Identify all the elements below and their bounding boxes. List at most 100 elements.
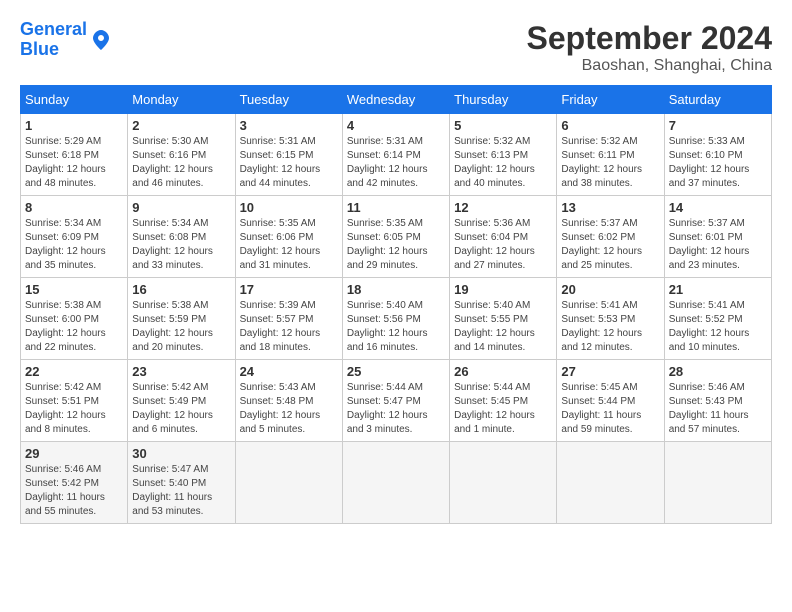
calendar-cell: 23 Sunrise: 5:42 AM Sunset: 5:49 PM Dayl…	[128, 360, 235, 442]
day-number: 14	[669, 200, 767, 215]
calendar-cell: 30 Sunrise: 5:47 AM Sunset: 5:40 PM Dayl…	[128, 442, 235, 524]
day-info: Sunrise: 5:31 AM Sunset: 6:14 PM Dayligh…	[347, 135, 445, 191]
calendar-cell: 29 Sunrise: 5:46 AM Sunset: 5:42 PM Dayl…	[21, 442, 128, 524]
day-info: Sunrise: 5:46 AM Sunset: 5:43 PM Dayligh…	[669, 381, 767, 437]
calendar-cell: 17 Sunrise: 5:39 AM Sunset: 5:57 PM Dayl…	[235, 278, 342, 360]
calendar-cell: 24 Sunrise: 5:43 AM Sunset: 5:48 PM Dayl…	[235, 360, 342, 442]
calendar-cell: 2 Sunrise: 5:30 AM Sunset: 6:16 PM Dayli…	[128, 114, 235, 196]
title-block: September 2024 Baoshan, Shanghai, China	[527, 20, 772, 75]
month-title: September 2024	[527, 20, 772, 57]
calendar-header: SundayMondayTuesdayWednesdayThursdayFrid…	[21, 86, 772, 114]
day-number: 30	[132, 446, 230, 461]
location: Baoshan, Shanghai, China	[527, 57, 772, 75]
day-number: 19	[454, 282, 552, 297]
calendar-week-3: 15 Sunrise: 5:38 AM Sunset: 6:00 PM Dayl…	[21, 278, 772, 360]
calendar-cell: 21 Sunrise: 5:41 AM Sunset: 5:52 PM Dayl…	[664, 278, 771, 360]
calendar-cell: 7 Sunrise: 5:33 AM Sunset: 6:10 PM Dayli…	[664, 114, 771, 196]
day-number: 8	[25, 200, 123, 215]
day-number: 21	[669, 282, 767, 297]
day-number: 22	[25, 364, 123, 379]
day-info: Sunrise: 5:38 AM Sunset: 5:59 PM Dayligh…	[132, 299, 230, 355]
day-number: 7	[669, 118, 767, 133]
page-header: GeneralBlue September 2024 Baoshan, Shan…	[20, 20, 772, 75]
day-info: Sunrise: 5:37 AM Sunset: 6:01 PM Dayligh…	[669, 217, 767, 273]
day-info: Sunrise: 5:45 AM Sunset: 5:44 PM Dayligh…	[561, 381, 659, 437]
day-number: 26	[454, 364, 552, 379]
calendar-cell: 4 Sunrise: 5:31 AM Sunset: 6:14 PM Dayli…	[342, 114, 449, 196]
header-day-wednesday: Wednesday	[342, 86, 449, 114]
calendar-cell: 11 Sunrise: 5:35 AM Sunset: 6:05 PM Dayl…	[342, 196, 449, 278]
day-number: 12	[454, 200, 552, 215]
calendar-week-2: 8 Sunrise: 5:34 AM Sunset: 6:09 PM Dayli…	[21, 196, 772, 278]
header-day-sunday: Sunday	[21, 86, 128, 114]
calendar-week-4: 22 Sunrise: 5:42 AM Sunset: 5:51 PM Dayl…	[21, 360, 772, 442]
day-info: Sunrise: 5:32 AM Sunset: 6:13 PM Dayligh…	[454, 135, 552, 191]
calendar-cell: 25 Sunrise: 5:44 AM Sunset: 5:47 PM Dayl…	[342, 360, 449, 442]
day-info: Sunrise: 5:34 AM Sunset: 6:09 PM Dayligh…	[25, 217, 123, 273]
day-info: Sunrise: 5:46 AM Sunset: 5:42 PM Dayligh…	[25, 463, 123, 519]
day-number: 3	[240, 118, 338, 133]
header-row: SundayMondayTuesdayWednesdayThursdayFrid…	[21, 86, 772, 114]
calendar-cell: 15 Sunrise: 5:38 AM Sunset: 6:00 PM Dayl…	[21, 278, 128, 360]
header-day-thursday: Thursday	[450, 86, 557, 114]
calendar-cell: 14 Sunrise: 5:37 AM Sunset: 6:01 PM Dayl…	[664, 196, 771, 278]
day-number: 11	[347, 200, 445, 215]
day-info: Sunrise: 5:38 AM Sunset: 6:00 PM Dayligh…	[25, 299, 123, 355]
day-info: Sunrise: 5:33 AM Sunset: 6:10 PM Dayligh…	[669, 135, 767, 191]
day-number: 27	[561, 364, 659, 379]
day-info: Sunrise: 5:41 AM Sunset: 5:52 PM Dayligh…	[669, 299, 767, 355]
day-info: Sunrise: 5:30 AM Sunset: 6:16 PM Dayligh…	[132, 135, 230, 191]
day-number: 17	[240, 282, 338, 297]
day-number: 13	[561, 200, 659, 215]
calendar-cell: 10 Sunrise: 5:35 AM Sunset: 6:06 PM Dayl…	[235, 196, 342, 278]
day-number: 15	[25, 282, 123, 297]
calendar-cell: 22 Sunrise: 5:42 AM Sunset: 5:51 PM Dayl…	[21, 360, 128, 442]
day-number: 20	[561, 282, 659, 297]
day-info: Sunrise: 5:40 AM Sunset: 5:55 PM Dayligh…	[454, 299, 552, 355]
day-info: Sunrise: 5:42 AM Sunset: 5:51 PM Dayligh…	[25, 381, 123, 437]
day-number: 9	[132, 200, 230, 215]
day-number: 2	[132, 118, 230, 133]
calendar-cell: 5 Sunrise: 5:32 AM Sunset: 6:13 PM Dayli…	[450, 114, 557, 196]
day-number: 24	[240, 364, 338, 379]
calendar-cell	[557, 442, 664, 524]
logo-icon	[89, 28, 113, 52]
day-number: 1	[25, 118, 123, 133]
calendar-cell: 1 Sunrise: 5:29 AM Sunset: 6:18 PM Dayli…	[21, 114, 128, 196]
calendar-cell: 28 Sunrise: 5:46 AM Sunset: 5:43 PM Dayl…	[664, 360, 771, 442]
day-info: Sunrise: 5:36 AM Sunset: 6:04 PM Dayligh…	[454, 217, 552, 273]
day-number: 5	[454, 118, 552, 133]
day-number: 4	[347, 118, 445, 133]
calendar-body: 1 Sunrise: 5:29 AM Sunset: 6:18 PM Dayli…	[21, 114, 772, 524]
calendar-cell	[664, 442, 771, 524]
day-info: Sunrise: 5:37 AM Sunset: 6:02 PM Dayligh…	[561, 217, 659, 273]
calendar-week-1: 1 Sunrise: 5:29 AM Sunset: 6:18 PM Dayli…	[21, 114, 772, 196]
calendar-cell: 13 Sunrise: 5:37 AM Sunset: 6:02 PM Dayl…	[557, 196, 664, 278]
day-info: Sunrise: 5:39 AM Sunset: 5:57 PM Dayligh…	[240, 299, 338, 355]
calendar-cell: 12 Sunrise: 5:36 AM Sunset: 6:04 PM Dayl…	[450, 196, 557, 278]
day-info: Sunrise: 5:42 AM Sunset: 5:49 PM Dayligh…	[132, 381, 230, 437]
calendar-cell	[342, 442, 449, 524]
header-day-monday: Monday	[128, 86, 235, 114]
calendar-cell: 8 Sunrise: 5:34 AM Sunset: 6:09 PM Dayli…	[21, 196, 128, 278]
day-number: 10	[240, 200, 338, 215]
day-number: 23	[132, 364, 230, 379]
calendar-cell: 3 Sunrise: 5:31 AM Sunset: 6:15 PM Dayli…	[235, 114, 342, 196]
day-number: 28	[669, 364, 767, 379]
logo-text: GeneralBlue	[20, 20, 87, 60]
calendar-week-5: 29 Sunrise: 5:46 AM Sunset: 5:42 PM Dayl…	[21, 442, 772, 524]
calendar-table: SundayMondayTuesdayWednesdayThursdayFrid…	[20, 85, 772, 524]
day-info: Sunrise: 5:44 AM Sunset: 5:47 PM Dayligh…	[347, 381, 445, 437]
calendar-cell: 9 Sunrise: 5:34 AM Sunset: 6:08 PM Dayli…	[128, 196, 235, 278]
calendar-cell: 27 Sunrise: 5:45 AM Sunset: 5:44 PM Dayl…	[557, 360, 664, 442]
day-info: Sunrise: 5:34 AM Sunset: 6:08 PM Dayligh…	[132, 217, 230, 273]
calendar-cell: 6 Sunrise: 5:32 AM Sunset: 6:11 PM Dayli…	[557, 114, 664, 196]
day-number: 6	[561, 118, 659, 133]
logo: GeneralBlue	[20, 20, 113, 60]
calendar-cell: 18 Sunrise: 5:40 AM Sunset: 5:56 PM Dayl…	[342, 278, 449, 360]
day-info: Sunrise: 5:35 AM Sunset: 6:06 PM Dayligh…	[240, 217, 338, 273]
calendar-cell	[235, 442, 342, 524]
header-day-friday: Friday	[557, 86, 664, 114]
day-info: Sunrise: 5:29 AM Sunset: 6:18 PM Dayligh…	[25, 135, 123, 191]
day-number: 25	[347, 364, 445, 379]
